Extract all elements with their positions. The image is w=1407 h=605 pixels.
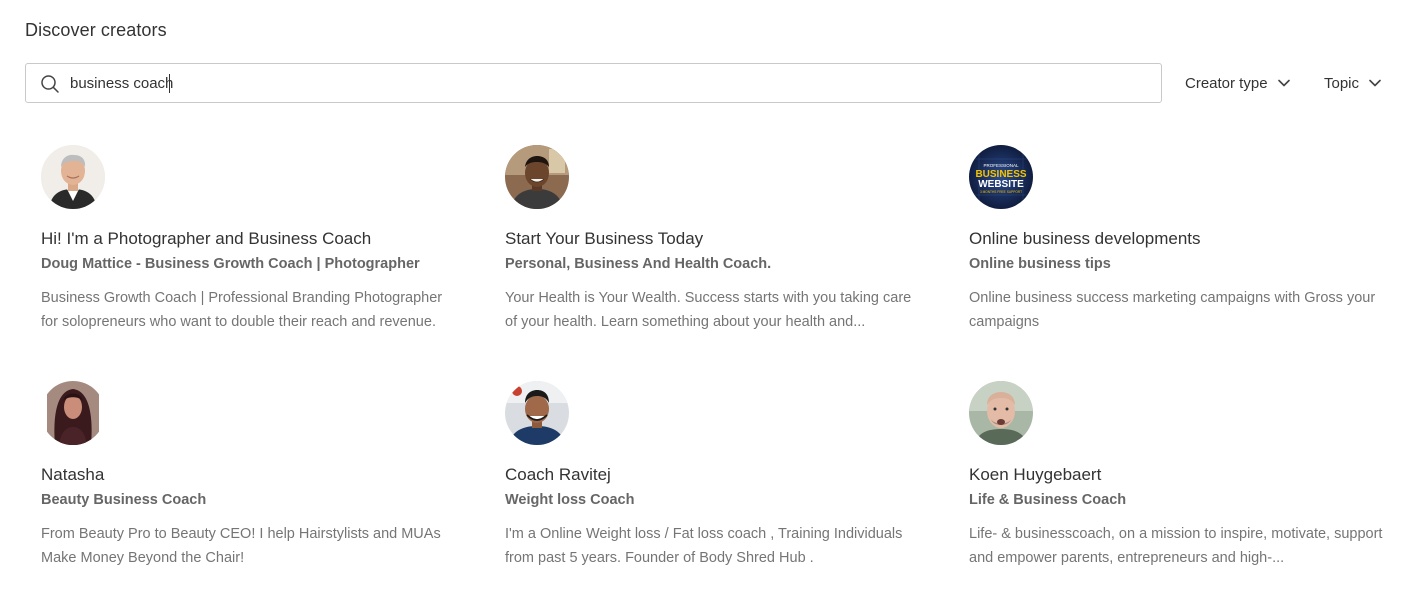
text-cursor bbox=[169, 74, 170, 93]
avatar-text: PROFESSIONAL bbox=[983, 163, 1019, 168]
creator-subtitle: Doug Mattice - Business Growth Coach | P… bbox=[41, 256, 420, 272]
topic-dropdown[interactable]: Topic bbox=[1324, 73, 1381, 93]
avatar-text: 3 MONTHS FREE SUPPORT bbox=[980, 190, 1022, 194]
creator-title[interactable]: Natasha bbox=[41, 465, 104, 485]
creator-subtitle: Personal, Business And Health Coach. bbox=[505, 256, 772, 272]
avatar-text: WEBSITE bbox=[978, 179, 1024, 190]
avatar bbox=[41, 381, 105, 445]
topic-label: Topic bbox=[1324, 74, 1360, 92]
creator-type-dropdown[interactable]: Creator type bbox=[1185, 73, 1290, 93]
creator-description: Business Growth Coach | Professional Bra… bbox=[41, 290, 443, 330]
search-input[interactable] bbox=[70, 64, 1150, 102]
creator-title[interactable]: Coach Ravitej bbox=[505, 465, 611, 485]
creator-title[interactable]: Start Your Business Today bbox=[505, 229, 703, 249]
search-icon bbox=[41, 75, 59, 93]
creator-subtitle: Life & Business Coach bbox=[969, 492, 1127, 508]
creator-type-label: Creator type bbox=[1185, 74, 1268, 92]
avatar bbox=[41, 145, 105, 209]
avatar bbox=[969, 381, 1033, 445]
creator-description: I'm a Online Weight loss / Fat loss coac… bbox=[505, 526, 903, 566]
creator-description: Online business success marketing campai… bbox=[969, 290, 1376, 330]
creator-description: From Beauty Pro to Beauty CEO! I help Ha… bbox=[41, 526, 441, 566]
chevron-down-icon bbox=[1369, 79, 1381, 87]
creator-subtitle: Online business tips bbox=[969, 256, 1111, 272]
chevron-down-icon bbox=[1277, 79, 1290, 87]
avatar bbox=[505, 381, 569, 445]
avatar: PROFESSIONAL BUSINESS WEBSITE 3 MONTHS F… bbox=[969, 145, 1033, 209]
creator-title[interactable]: Koen Huygebaert bbox=[969, 465, 1101, 485]
search-box[interactable] bbox=[25, 63, 1162, 103]
avatar bbox=[505, 145, 569, 209]
page-title: Discover creators bbox=[25, 20, 167, 40]
creator-subtitle: Weight loss Coach bbox=[505, 492, 635, 508]
creator-subtitle: Beauty Business Coach bbox=[41, 492, 207, 508]
creator-description: Your Health is Your Wealth. Success star… bbox=[505, 290, 912, 330]
creator-description: Life- & businesscoach, on a mission to i… bbox=[969, 526, 1383, 566]
creator-title[interactable]: Hi! I'm a Photographer and Business Coac… bbox=[41, 229, 371, 249]
creator-title[interactable]: Online business developments bbox=[969, 229, 1201, 249]
